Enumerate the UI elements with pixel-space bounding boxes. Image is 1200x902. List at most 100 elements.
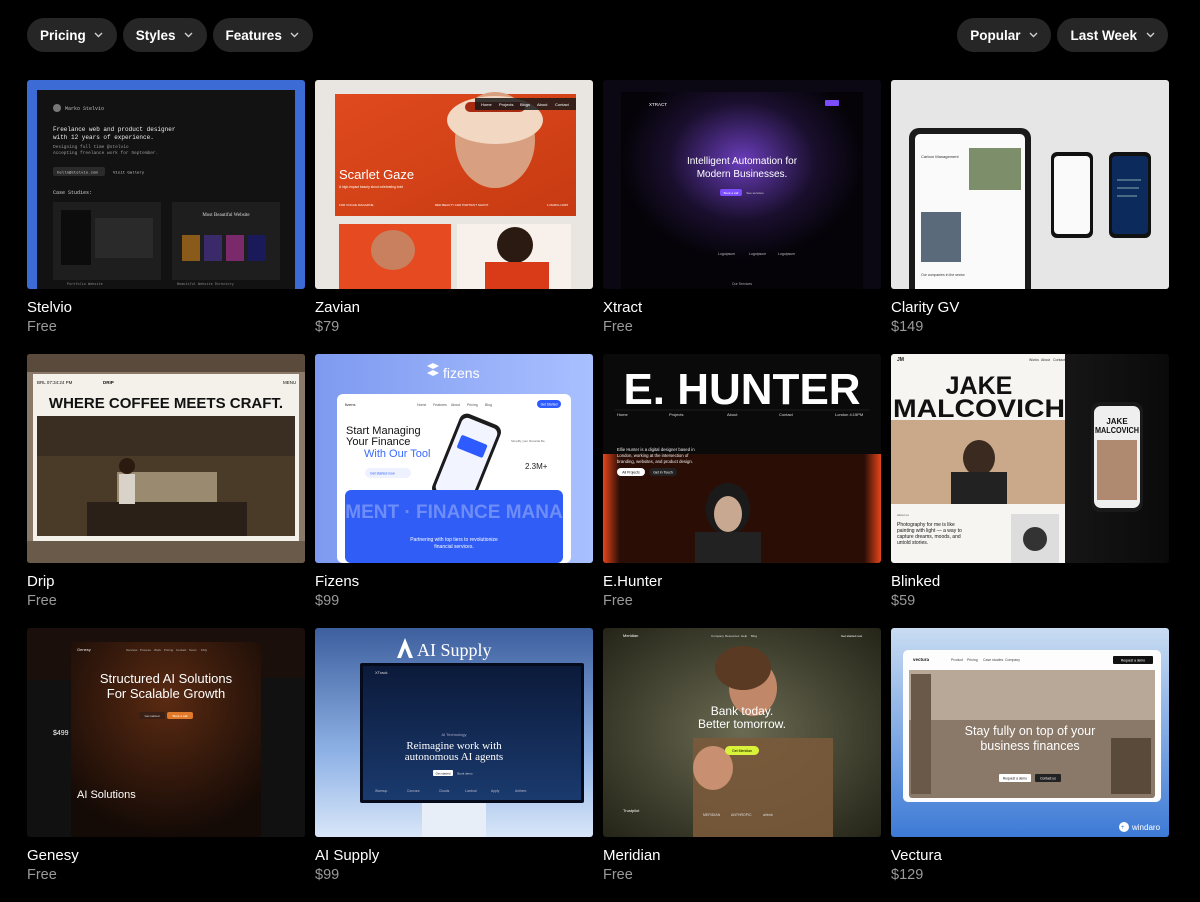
template-thumbnail[interactable]: fizens fizens Home Features About Pricin…: [315, 354, 593, 563]
xtract-link: See services: [746, 191, 764, 195]
ehunter-nav-0: Home: [617, 412, 628, 417]
template-thumbnail[interactable]: Home Projects Blogs About Contact Scarle…: [315, 80, 593, 289]
template-card-genesy[interactable]: Genesy Services Process Work Pricing Con…: [27, 628, 305, 902]
template-card-zavian[interactable]: Home Projects Blogs About Contact Scarle…: [315, 80, 593, 354]
template-title[interactable]: Fizens: [315, 573, 593, 591]
template-title[interactable]: Blinked: [891, 573, 1169, 591]
filter-group-left: Pricing Styles Features: [27, 18, 313, 52]
stelvio-gallery: Visit Gallery: [113, 171, 145, 176]
template-title[interactable]: Meridian: [603, 847, 881, 865]
aisupply-logo-0: Warmup: [375, 789, 388, 793]
genesy-nav-0: Services: [126, 648, 138, 652]
aisupply-brand: XTrack: [375, 670, 388, 675]
template-title[interactable]: Zavian: [315, 299, 593, 317]
blinked-phone-name-1: JAKE: [1106, 417, 1128, 426]
template-title[interactable]: Genesy: [27, 847, 305, 865]
genesy-nav-4: Contact: [176, 648, 187, 652]
pricing-filter-label: Pricing: [40, 27, 86, 43]
template-price: $99: [315, 593, 340, 609]
template-title[interactable]: Clarity GV: [891, 299, 1169, 317]
genesy-section: AI Solutions: [77, 789, 136, 801]
template-card-e-hunter[interactable]: E. HUNTER Home Projects About Contact Lo…: [603, 354, 881, 628]
pricing-filter[interactable]: Pricing: [27, 18, 117, 52]
meridian-nav-1: Resources: [725, 634, 740, 638]
windaro-icon: +: [1121, 825, 1125, 831]
template-card-fizens[interactable]: fizens fizens Home Features About Pricin…: [315, 354, 593, 628]
meridian-logo-1: MERIDIAN: [703, 813, 721, 817]
template-price: $129: [891, 867, 924, 883]
fizens-nav-1: Features: [433, 403, 447, 407]
zavian-nav-1: Projects: [499, 102, 513, 107]
genesy-nav-5: Team: [189, 648, 197, 652]
template-card-vectura[interactable]: vectura Product Pricing Case studies Com…: [891, 628, 1169, 902]
template-thumbnail[interactable]: AI Supply XTrack AI Technology Reimagine…: [315, 628, 593, 837]
template-price: Free: [603, 593, 633, 609]
xtract-footer: Our Services: [732, 282, 752, 286]
template-title[interactable]: Drip: [27, 573, 305, 591]
styles-filter[interactable]: Styles: [122, 18, 207, 52]
template-thumbnail[interactable]: JM Works About Contact JAKE MALCOVICH Ab…: [891, 354, 1169, 563]
template-thumbnail[interactable]: Genesy Services Process Work Pricing Con…: [27, 628, 305, 837]
meridian-headline-2: Better tomorrow.: [698, 717, 786, 731]
template-thumbnail[interactable]: Marko Stelvio Freelance web and product …: [27, 80, 305, 289]
aisupply-tag: AI Technology: [441, 732, 466, 737]
template-card-ai-supply[interactable]: AI Supply XTrack AI Technology Reimagine…: [315, 628, 593, 902]
fizens-footer-2: financial services.: [434, 544, 473, 550]
template-title[interactable]: Stelvio: [27, 299, 305, 317]
meridian-logo-2: ANTHROPIC: [731, 813, 752, 817]
template-card-meridian[interactable]: Meridian Company Resources Help Blog Get…: [603, 628, 881, 902]
fizens-button: Get started now: [370, 472, 395, 476]
template-card-blinked[interactable]: JM Works About Contact JAKE MALCOVICH Ab…: [891, 354, 1169, 628]
fizens-footer-1: Partnering with top tiers to revolutioni…: [410, 537, 498, 543]
template-thumbnail[interactable]: Meridian Company Resources Help Blog Get…: [603, 628, 881, 837]
blinked-nav-1: About: [1041, 358, 1050, 362]
zavian-meta-1: FOR VOGUE MAGAZINE: [339, 203, 374, 207]
template-title[interactable]: Vectura: [891, 847, 1169, 865]
template-card-stelvio[interactable]: Marko Stelvio Freelance web and product …: [27, 80, 305, 354]
time-range-dropdown[interactable]: Last Week: [1057, 18, 1168, 52]
ehunter-btn-1: All Projects: [622, 471, 640, 475]
template-title[interactable]: E.Hunter: [603, 573, 881, 591]
template-title[interactable]: AI Supply: [315, 847, 593, 865]
stelvio-sub-1: Designing full time @stelvio: [53, 144, 129, 150]
genesy-nav-1: Process: [140, 648, 151, 652]
aisupply-headline-2: autonomous AI agents: [405, 751, 503, 763]
zavian-body: A high-impact beauty shoot celebrating b…: [339, 185, 403, 189]
vectura-nav-2: Case studies: [983, 658, 1003, 662]
vectura-brand: vectura: [913, 657, 930, 662]
ehunter-btn-2: Get in Touch: [653, 471, 673, 475]
template-thumbnail[interactable]: XTRACT Intelligent Automation for Modern…: [603, 80, 881, 289]
fizens-nav-3: Pricing: [467, 403, 478, 407]
sort-popular-label: Popular: [970, 27, 1021, 43]
zavian-meta-2: RED BEAUTY AND PORTRAIT SHOOT: [435, 203, 489, 207]
vectura-headline-1: Stay fully on top of your: [965, 724, 1096, 738]
aisupply-btn-2: Book demo: [457, 772, 473, 776]
template-thumbnail[interactable]: E. HUNTER Home Projects About Contact Lo…: [603, 354, 881, 563]
aisupply-logo-4: Apply: [491, 789, 500, 793]
template-title[interactable]: Xtract: [603, 299, 881, 317]
sort-popular-dropdown[interactable]: Popular: [957, 18, 1052, 52]
clarity-caption: Our companies in the sector: [921, 273, 966, 277]
template-card-clarity-gv[interactable]: Carbon Management Our companies in the s…: [891, 80, 1169, 354]
fizens-headline-2: Your Finance: [346, 436, 410, 448]
ehunter-nav-3: Contact: [779, 412, 794, 417]
template-price: $59: [891, 593, 916, 609]
zavian-nav-3: About: [537, 102, 548, 107]
template-price: Free: [603, 319, 633, 335]
genesy-nav-6: FAQ: [201, 648, 208, 652]
xtract-logo-2: Logoipsum: [778, 252, 795, 256]
aisupply-logo-1: Convora: [407, 789, 420, 793]
template-card-xtract[interactable]: XTRACT Intelligent Automation for Modern…: [603, 80, 881, 354]
stelvio-headline-2: with 12 years of experience.: [53, 134, 154, 141]
template-thumbnail[interactable]: BRL 07:34:24 PM DRIP MENU WHERE COFFEE M…: [27, 354, 305, 563]
drip-menu: MENU: [283, 380, 296, 385]
svg-text:branding, websites, and produc: branding, websites, and product design.: [617, 459, 693, 464]
template-thumbnail[interactable]: Carbon Management Our companies in the s…: [891, 80, 1169, 289]
template-thumbnail[interactable]: vectura Product Pricing Case studies Com…: [891, 628, 1169, 837]
styles-filter-label: Styles: [135, 27, 176, 43]
template-card-drip[interactable]: BRL 07:34:24 PM DRIP MENU WHERE COFFEE M…: [27, 354, 305, 628]
template-price: $99: [315, 867, 340, 883]
xtract-headline-2: Modern Businesses.: [697, 169, 788, 180]
fizens-stat: 2.3M+: [525, 462, 548, 471]
features-filter[interactable]: Features: [212, 18, 313, 52]
